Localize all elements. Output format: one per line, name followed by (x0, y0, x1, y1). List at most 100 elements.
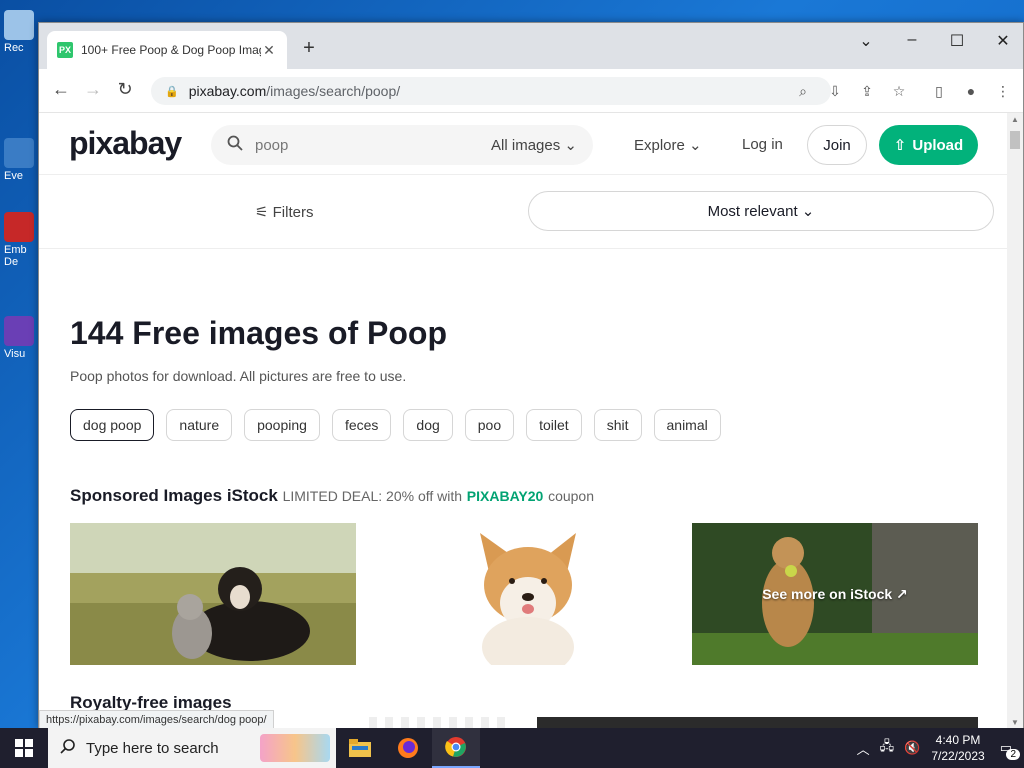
recycle-bin-icon (4, 10, 34, 40)
sponsored-image-dog-and-cat[interactable] (70, 523, 356, 665)
tag-chip[interactable]: dog (403, 409, 453, 441)
scroll-down-arrow-icon[interactable]: ▼ (1007, 718, 1023, 727)
sort-dropdown[interactable]: Most relevant ⌄ (528, 191, 994, 231)
page-scrollbar[interactable]: ▲ ▼ (1007, 113, 1023, 729)
explore-label: Explore (634, 137, 685, 154)
start-button[interactable] (0, 728, 48, 768)
side-panel-icon[interactable]: ▯ (929, 83, 949, 100)
reload-button[interactable]: ↻ (113, 79, 137, 100)
upload-icon: ⇧ (893, 137, 907, 154)
chrome-icon (445, 737, 466, 757)
address-bar[interactable]: 🔒 pixabay.com /images/search/poop/ (151, 77, 831, 105)
folder-icon (349, 739, 371, 757)
tag-chip[interactable]: toilet (526, 409, 582, 441)
coupon-code[interactable]: PIXABAY20 (467, 488, 544, 504)
bookmark-star-icon[interactable]: ☆ (889, 83, 909, 100)
network-icon[interactable]: 🖧 (880, 737, 895, 759)
see-more-label: See more on iStock (762, 586, 893, 602)
tab-search-icon[interactable]: ⌄ (851, 31, 881, 51)
login-link[interactable]: Log in (742, 136, 783, 153)
desktop-icon-eve[interactable]: Eve (4, 138, 38, 182)
upload-button[interactable]: ⇧ Upload (879, 125, 978, 165)
tab-title: 100+ Free Poop & Dog Poop Images (81, 43, 261, 57)
tag-chip[interactable]: feces (331, 409, 392, 441)
zoom-search-icon[interactable]: ⌕ (793, 83, 813, 100)
desktop-icon-visual[interactable]: Visu (4, 316, 38, 360)
desktop-icon-label: Visu (4, 348, 26, 360)
sponsored-title: Sponsored Images iStock (70, 486, 278, 505)
taskbar: Type here to search ︿ 🖧 🔇 4:40 PM 7/22/2… (0, 728, 1024, 768)
browser-tab[interactable]: PX 100+ Free Poop & Dog Poop Images ✕ (47, 31, 287, 69)
taskbar-clock[interactable]: 4:40 PM 7/22/2023 (931, 732, 984, 764)
taskbar-search-placeholder: Type here to search (86, 739, 219, 757)
visual-studio-icon (4, 316, 34, 346)
pixabay-favicon-icon: PX (57, 42, 73, 58)
search-bar[interactable]: poop All images ⌄ (211, 125, 593, 165)
taskbar-firefox[interactable] (384, 728, 432, 768)
filter-bar: ⚟ Filters Most relevant ⌄ (39, 175, 1009, 249)
sponsored-heading: Sponsored Images iStock LIMITED DEAL: 20… (70, 486, 594, 506)
page-title: 144 Free images of Poop (70, 315, 448, 351)
tag-chip[interactable]: dog poop (70, 409, 155, 441)
tag-chip[interactable]: shit (593, 409, 642, 441)
search-scope-dropdown[interactable]: All images ⌄ (491, 136, 577, 154)
close-window-button[interactable]: ✕ (988, 31, 1018, 51)
menu-kebab-icon[interactable]: ⋮ (993, 83, 1013, 100)
forward-button[interactable]: → (81, 79, 105, 100)
chevron-down-icon: ⌄ (797, 203, 815, 220)
firefox-icon (398, 738, 418, 758)
sponsored-image-corgi[interactable] (400, 523, 686, 665)
taskbar-chrome[interactable] (432, 728, 480, 768)
sponsored-image-golden-retriever[interactable]: See more on iStock ↗ (692, 523, 978, 665)
filters-label: Filters (272, 204, 314, 221)
web-page: pixabay poop All images ⌄ Explore ⌄ Log … (39, 113, 1009, 729)
maximize-button[interactable]: ☐ (942, 31, 972, 51)
volume-muted-icon[interactable]: 🔇 (904, 740, 920, 756)
site-header: pixabay poop All images ⌄ Explore ⌄ Log … (39, 113, 1009, 175)
tag-chip[interactable]: poo (464, 409, 515, 441)
search-icon (227, 135, 243, 156)
related-tags: dog poop nature pooping feces dog poo to… (70, 409, 721, 441)
system-tray: ︿ 🖧 🔇 4:40 PM 7/22/2023 ▭ 2 (852, 728, 1024, 768)
desktop-icon-label: Rec (4, 42, 24, 54)
sliders-icon: ⚟ (255, 204, 273, 221)
desktop-icon-emb[interactable]: Emb De (4, 212, 38, 268)
show-hidden-icons-chevron-up-icon[interactable]: ︿ (857, 739, 870, 758)
shortcut-icon (4, 212, 34, 242)
tag-chip[interactable]: animal (653, 409, 721, 441)
share-icon[interactable]: ⇪ (857, 83, 877, 100)
taskbar-search[interactable]: Type here to search (48, 728, 336, 768)
taskbar-file-explorer[interactable] (336, 728, 384, 768)
scrollbar-thumb[interactable] (1010, 131, 1020, 149)
url-path: /images/search/poop/ (266, 83, 401, 99)
install-app-icon[interactable]: ⇩ (825, 83, 845, 100)
url-domain: pixabay.com (188, 83, 267, 99)
clock-time: 4:40 PM (935, 733, 981, 747)
sponsored-deal: LIMITED DEAL: 20% off with (282, 488, 463, 504)
tag-chip[interactable]: nature (166, 409, 233, 441)
clock-date: 7/22/2023 (931, 749, 985, 763)
explore-menu[interactable]: Explore ⌄ (634, 136, 702, 154)
desktop-icon-recycle-bin[interactable]: Rec (4, 10, 38, 54)
back-button[interactable]: ← (49, 79, 73, 100)
search-scope-label: All images (491, 137, 561, 154)
search-highlight-icon (260, 734, 330, 762)
desktop-icon-label: Eve (4, 170, 23, 182)
new-tab-button[interactable]: + (297, 37, 321, 60)
search-input[interactable]: poop (255, 137, 491, 154)
tag-chip[interactable]: pooping (244, 409, 320, 441)
coupon-suffix: coupon (548, 488, 594, 504)
filters-button[interactable]: ⚟ Filters (255, 203, 313, 221)
join-button[interactable]: Join (807, 125, 867, 165)
shortcut-icon (4, 138, 34, 168)
close-tab-icon[interactable]: ✕ (261, 42, 277, 59)
desktop-icon-label: Emb De (4, 244, 27, 268)
scroll-up-arrow-icon[interactable]: ▲ (1007, 115, 1023, 124)
minimize-button[interactable]: – (897, 31, 927, 49)
search-icon (60, 738, 76, 759)
notifications-icon[interactable]: ▭ 2 (1000, 740, 1020, 760)
see-more-istock-link[interactable]: See more on iStock ↗ (692, 523, 978, 665)
pixabay-logo[interactable]: pixabay (69, 125, 182, 162)
profile-avatar-icon[interactable]: ● (961, 83, 981, 99)
notification-count-badge: 2 (1006, 749, 1020, 760)
